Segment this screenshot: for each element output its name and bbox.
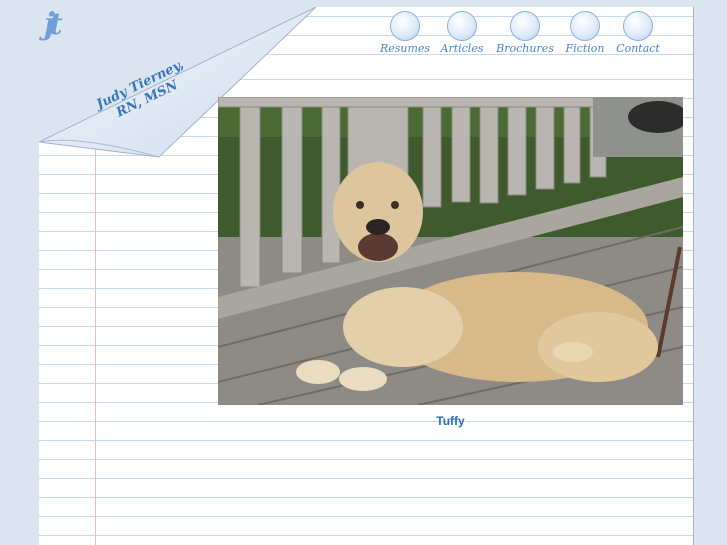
site-logo[interactable]: jt	[44, 10, 76, 64]
nav-fiction-link[interactable]: Fiction	[555, 11, 615, 55]
main-navigation: Resumes Articles Brochures Fiction Conta…	[375, 11, 665, 57]
nav-resumes-label: Resumes	[379, 42, 431, 55]
nav-articles-label: Articles	[440, 42, 484, 55]
info-icon	[510, 11, 540, 41]
envelope-icon	[623, 11, 653, 41]
photo-caption: Tuffy	[436, 414, 465, 428]
dog-photo-image	[218, 97, 683, 405]
notepad-icon	[390, 11, 420, 41]
nav-fiction-label: Fiction	[565, 42, 605, 55]
nav-resumes-link[interactable]: Resumes	[375, 11, 435, 55]
dog-photo	[218, 97, 683, 405]
nav-brochures-label: Brochures	[496, 42, 554, 55]
nav-articles-link[interactable]: Articles	[432, 11, 492, 55]
hearts-icon	[570, 11, 600, 41]
nav-contact-label: Contact	[616, 42, 660, 55]
nav-contact-link[interactable]: Contact	[608, 11, 668, 55]
books-icon	[447, 11, 477, 41]
nav-brochures-link[interactable]: Brochures	[495, 11, 555, 55]
